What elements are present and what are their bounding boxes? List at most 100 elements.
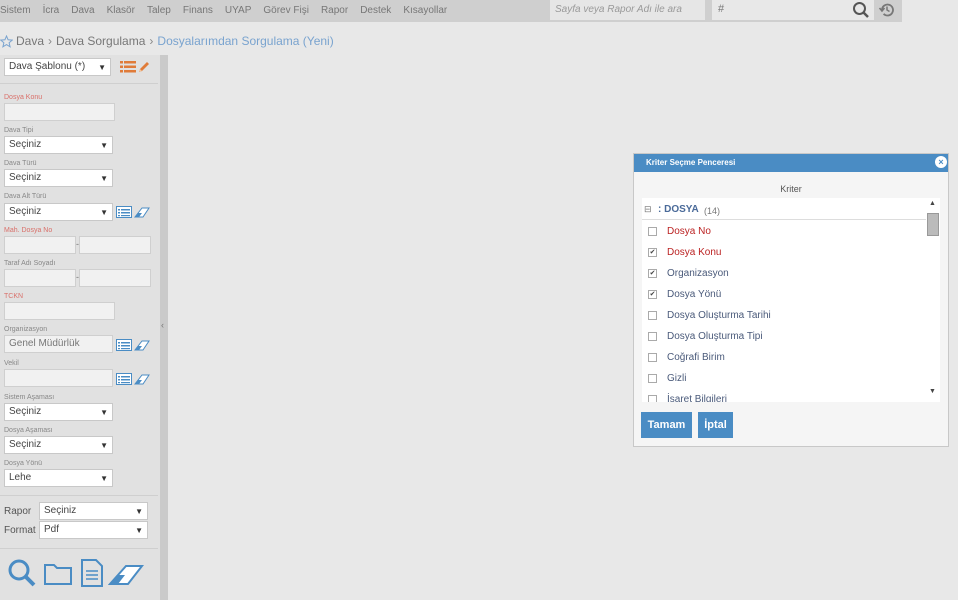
mah-dosya-no-year-input[interactable]: [4, 236, 76, 254]
ok-button[interactable]: Tamam: [641, 412, 692, 438]
criteria-row[interactable]: Dosya Oluşturma Tarihi: [642, 306, 926, 327]
criteria-label: Dosya Oluşturma Tarihi: [667, 310, 771, 321]
cancel-button[interactable]: İptal: [698, 412, 733, 438]
dosya-konu-label: Dosya Konu: [4, 94, 43, 101]
group-count: (14): [704, 206, 721, 216]
menu-sistem[interactable]: Sistem: [0, 0, 37, 22]
rapor-label: Rapor: [4, 506, 32, 517]
close-icon[interactable]: ×: [935, 156, 947, 168]
scrollbar[interactable]: ▲ ▼: [926, 198, 940, 402]
group-header[interactable]: ⊟ : DOSYA (14): [642, 201, 926, 220]
criteria-row[interactable]: Coğrafi Birim: [642, 348, 926, 369]
list-icon[interactable]: [120, 61, 136, 73]
dava-alt-turu-label: Dava Alt Türü: [4, 193, 47, 200]
dropdown-arrow-icon: ▼: [135, 507, 143, 516]
vekil-label: Vekil: [4, 360, 19, 367]
format-select[interactable]: Pdf ▼: [39, 521, 148, 539]
dosya-yonu-label: Dosya Yönü: [4, 460, 43, 467]
search-icon[interactable]: [7, 558, 37, 588]
dosya-konu-input[interactable]: [4, 103, 115, 121]
eraser-icon[interactable]: [134, 206, 150, 218]
list-icon[interactable]: [116, 206, 132, 218]
folder-icon[interactable]: [43, 558, 73, 588]
organizasyon-input[interactable]: Genel Müdürlük: [4, 335, 113, 353]
eraser-icon[interactable]: [134, 339, 150, 351]
criteria-row[interactable]: Dosya No: [642, 222, 926, 243]
collapse-arrow-icon[interactable]: ‹: [161, 320, 164, 330]
eraser-icon[interactable]: [134, 373, 150, 385]
criteria-label: İşaret Bilgileri: [667, 394, 728, 402]
list-icon[interactable]: [116, 339, 132, 351]
menu-uyap[interactable]: UYAP: [219, 0, 258, 22]
criteria-row[interactable]: İşaret Bilgileri: [642, 390, 926, 402]
scroll-up-icon[interactable]: ▲: [929, 200, 936, 207]
dosya-asamasi-select[interactable]: Seçiniz ▼: [4, 436, 113, 454]
dosya-yonu-select[interactable]: Lehe ▼: [4, 469, 113, 487]
document-icon[interactable]: [77, 558, 107, 588]
dosya-asamasi-label: Dosya Aşaması: [4, 427, 53, 434]
menu-dava[interactable]: Dava: [65, 0, 100, 22]
menu-finans[interactable]: Finans: [177, 0, 219, 22]
criteria-checkbox[interactable]: ✔: [648, 290, 657, 299]
breadcrumb-dava[interactable]: Dava: [16, 34, 44, 48]
search-icon[interactable]: [852, 1, 870, 19]
criteria-label: Organizasyon: [667, 268, 729, 279]
dava-turu-select[interactable]: Seçiniz ▼: [4, 169, 113, 187]
list-icon[interactable]: [116, 373, 132, 385]
divider: [0, 495, 158, 496]
main-menu: Sistem İcra Dava Klasör Talep Finans UYA…: [0, 0, 453, 22]
hash-search-input[interactable]: #: [712, 0, 874, 20]
page-search-input[interactable]: Sayfa veya Rapor Adı ile ara: [550, 0, 705, 20]
organizasyon-label: Organizasyon: [4, 326, 48, 333]
criteria-checkbox[interactable]: [648, 332, 657, 341]
menu-kisayollar[interactable]: Kısayollar: [397, 0, 453, 22]
menu-rapor[interactable]: Rapor: [315, 0, 354, 22]
menu-klasor[interactable]: Klasör: [101, 0, 141, 22]
dava-alt-turu-select[interactable]: Seçiniz ▼: [4, 203, 113, 221]
criteria-checkbox[interactable]: ✔: [648, 248, 657, 257]
criteria-checkbox[interactable]: [648, 353, 657, 362]
scrollbar-thumb[interactable]: [927, 213, 939, 236]
criteria-row[interactable]: ✔ Dosya Yönü: [642, 285, 926, 306]
vekil-input[interactable]: [4, 369, 113, 387]
menu-talep[interactable]: Talep: [141, 0, 177, 22]
column-header: Kriter: [780, 184, 802, 194]
collapse-toggle-icon[interactable]: ⊟: [644, 204, 652, 215]
dropdown-arrow-icon: ▼: [100, 441, 108, 450]
breadcrumb: Dava › Dava Sorgulama › Dosyalarımdan So…: [0, 33, 334, 49]
sistem-asamasi-select[interactable]: Seçiniz ▼: [4, 403, 113, 421]
dropdown-arrow-icon: ▼: [135, 526, 143, 535]
history-icon[interactable]: [878, 1, 896, 19]
criteria-row[interactable]: ✔ Dosya Konu: [642, 243, 926, 264]
menu-destek[interactable]: Destek: [354, 0, 397, 22]
criteria-checkbox[interactable]: [648, 227, 657, 236]
criteria-checkbox[interactable]: ✔: [648, 269, 657, 278]
rapor-select[interactable]: Seçiniz ▼: [39, 502, 148, 520]
template-select[interactable]: Dava Şablonu (*) ▼: [4, 58, 111, 76]
tckn-input[interactable]: [4, 302, 115, 320]
scroll-down-icon[interactable]: ▼: [929, 388, 936, 395]
edit-pencil-icon[interactable]: [137, 60, 151, 74]
dava-tipi-select[interactable]: Seçiniz ▼: [4, 136, 113, 154]
format-label: Format: [4, 525, 36, 536]
divider: [0, 548, 158, 549]
mah-dosya-no-number-input[interactable]: [79, 236, 151, 254]
criteria-row[interactable]: Dosya Oluşturma Tipi: [642, 327, 926, 348]
criteria-checkbox[interactable]: [648, 374, 657, 383]
criteria-checkbox[interactable]: [648, 311, 657, 320]
criteria-label: Dosya Oluşturma Tipi: [667, 331, 763, 342]
menu-icra[interactable]: İcra: [37, 0, 66, 22]
taraf-soyadi-input[interactable]: [79, 269, 151, 287]
taraf-adi-input[interactable]: [4, 269, 76, 287]
star-icon[interactable]: [0, 34, 13, 48]
criteria-row[interactable]: Gizli: [642, 369, 926, 390]
dropdown-arrow-icon: ▼: [98, 63, 106, 72]
eraser-icon[interactable]: [108, 558, 144, 588]
criteria-checkbox[interactable]: [648, 395, 657, 402]
criteria-list: ⊟ : DOSYA (14) Dosya No ✔ Dosya Konu ✔ Organ…: [642, 198, 940, 402]
panel-splitter[interactable]: ‹: [160, 55, 168, 600]
criteria-row[interactable]: ✔ Organizasyon: [642, 264, 926, 285]
group-name: : DOSYA: [658, 204, 699, 215]
menu-gorev-fisi[interactable]: Görev Fişi: [257, 0, 315, 22]
breadcrumb-dava-sorgulama[interactable]: Dava Sorgulama: [56, 34, 145, 48]
